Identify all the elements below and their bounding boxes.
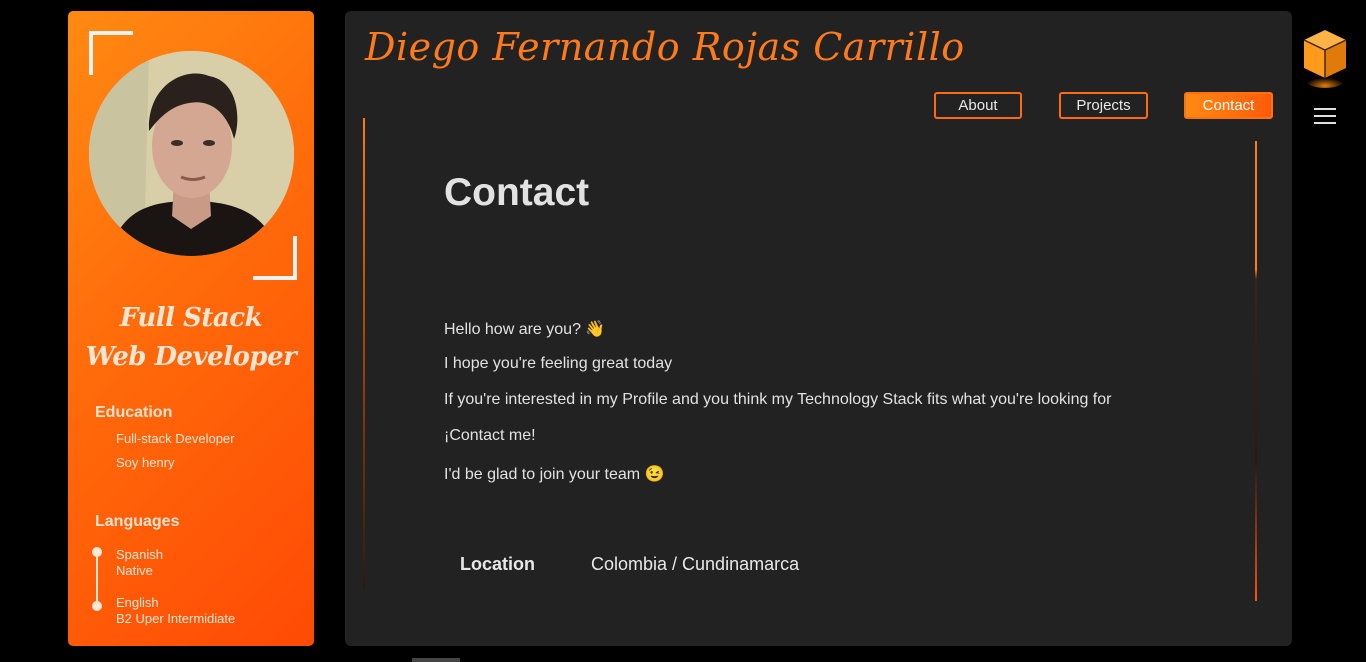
cube-icon[interactable] xyxy=(1302,28,1348,88)
location-label: Location xyxy=(460,554,535,574)
hamburger-menu-icon[interactable] xyxy=(1314,104,1336,128)
site-title: Diego Fernando Rojas Carrillo xyxy=(365,25,965,69)
education-item: Soy henry xyxy=(116,455,175,470)
timeline-dot xyxy=(92,601,102,611)
contact-paragraph: If you're interested in my Profile and y… xyxy=(444,391,1112,408)
avatar xyxy=(89,51,294,256)
language-name: Spanish xyxy=(116,547,163,562)
profile-sidebar: Full Stack Web Developer Education Full-… xyxy=(68,11,314,646)
contact-paragraph: I'd be glad to join your team 😉 xyxy=(444,466,665,483)
role-title: Full Stack Web Developer xyxy=(68,299,314,377)
language-item-spanish: Spanish Native xyxy=(116,547,163,579)
timeline-dot xyxy=(92,547,102,557)
contact-paragraph: ¡Contact me! xyxy=(444,427,536,444)
scrollbar[interactable] xyxy=(1255,141,1257,601)
page-scrollbar-thumb[interactable] xyxy=(412,658,460,662)
role-line-2: Web Developer xyxy=(85,342,297,372)
location-value: Colombia / Cundinamarca xyxy=(591,554,800,574)
corner-bracket-top-left xyxy=(89,31,133,75)
page-title: Contact xyxy=(444,171,590,214)
education-title: Education xyxy=(95,404,173,421)
language-timeline xyxy=(96,553,98,607)
language-name: English xyxy=(116,595,159,610)
language-item-english: English B2 Uper Intermidiate xyxy=(116,595,235,627)
main-panel: Diego Fernando Rojas Carrillo About Proj… xyxy=(345,11,1292,646)
education-item: Full-stack Developer xyxy=(116,431,235,446)
nav-about-button[interactable]: About xyxy=(934,92,1022,119)
nav-contact-button[interactable]: Contact xyxy=(1184,92,1273,119)
corner-bracket-bottom-right xyxy=(253,236,297,280)
contact-paragraph: I hope you're feeling great today xyxy=(444,355,673,372)
decorative-line-left xyxy=(363,118,365,588)
contact-paragraph: Hello how are you? 👋 xyxy=(444,321,606,338)
avatar-photo xyxy=(89,51,294,256)
language-level: B2 Uper Intermidiate xyxy=(116,611,236,626)
languages-title: Languages xyxy=(95,513,180,530)
language-level: Native xyxy=(116,563,153,578)
role-line-1: Full Stack xyxy=(119,303,263,333)
nav-projects-button[interactable]: Projects xyxy=(1059,92,1148,119)
